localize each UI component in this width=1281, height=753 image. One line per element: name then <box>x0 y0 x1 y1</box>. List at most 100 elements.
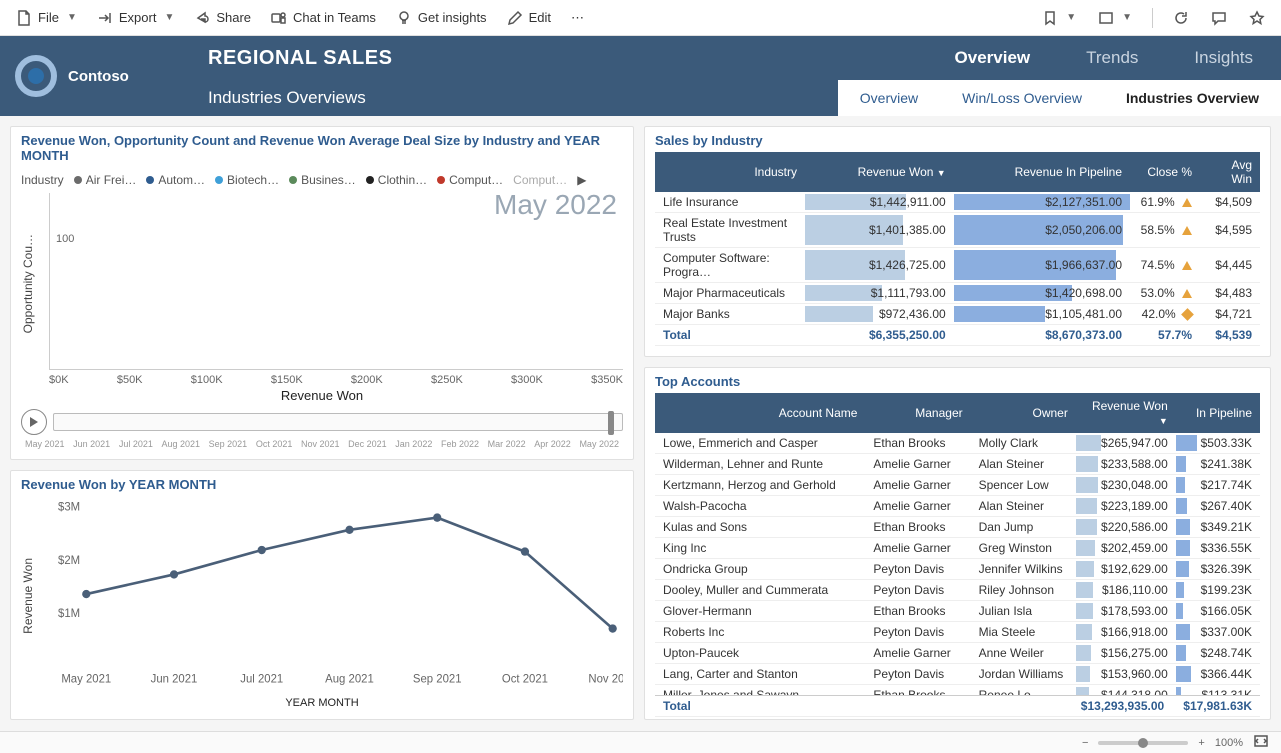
table-row[interactable]: Glover-Hermann Ethan Brooks Julian Isla … <box>655 601 1260 622</box>
table-row[interactable]: Real Estate Investment Trusts $1,401,385… <box>655 213 1260 248</box>
svg-text:Nov 2021: Nov 2021 <box>588 673 623 685</box>
refresh-button[interactable] <box>1165 6 1197 30</box>
industry-table: Industry Revenue Won ▼ Revenue In Pipeli… <box>655 152 1260 346</box>
report-header: Contoso REGIONAL SALES Overview Trends I… <box>0 36 1281 116</box>
zoom-value: 100% <box>1215 737 1243 749</box>
get-insights-button[interactable]: Get insights <box>388 6 495 30</box>
accounts-table-head: Account Name Manager Owner Revenue Won ▼… <box>655 393 1260 433</box>
accounts-card[interactable]: Top Accounts Account Name Manager Owner … <box>644 367 1271 720</box>
comment-icon <box>1211 10 1227 26</box>
svg-text:$3M: $3M <box>58 502 80 514</box>
line-ylabel: Revenue Won <box>21 558 35 634</box>
legend-label: Industry <box>21 173 64 187</box>
table-row[interactable]: Dooley, Muller and Cummerata Peyton Davi… <box>655 580 1260 601</box>
zoom-out-button[interactable]: − <box>1082 737 1088 749</box>
share-button[interactable]: Share <box>186 6 259 30</box>
table-row[interactable]: Upton-Paucek Amelie Garner Anne Weiler $… <box>655 643 1260 664</box>
play-button[interactable] <box>21 409 47 435</box>
main-tabs: Overview Trends Insights <box>927 36 1281 80</box>
bookmark-menu[interactable]: ▼ <box>1034 6 1084 30</box>
file-label: File <box>38 10 59 25</box>
pencil-icon <box>507 10 523 26</box>
scatter-xlabel: Revenue Won <box>21 388 623 403</box>
ellipsis-icon: ⋯ <box>571 10 584 26</box>
tab-trends[interactable]: Trends <box>1058 36 1166 80</box>
more-menu[interactable]: ⋯ <box>563 6 592 30</box>
svg-text:Jun 2021: Jun 2021 <box>151 673 198 685</box>
subtab-winloss[interactable]: Win/Loss Overview <box>940 80 1104 116</box>
svg-text:Aug 2021: Aug 2021 <box>325 673 374 685</box>
export-icon <box>97 10 113 26</box>
subtab-industries[interactable]: Industries Overview <box>1104 80 1281 116</box>
share-label: Share <box>216 10 251 25</box>
table-row[interactable]: Miller, Jones and Sawayn Ethan Brooks Re… <box>655 685 1260 696</box>
table-row[interactable]: Lang, Carter and Stanton Peyton Davis Jo… <box>655 664 1260 685</box>
table-row[interactable]: Roberts Inc Peyton Davis Mia Steele $166… <box>655 622 1260 643</box>
table-row[interactable]: Ondricka Group Peyton Davis Jennifer Wil… <box>655 559 1260 580</box>
tab-insights[interactable]: Insights <box>1166 36 1281 80</box>
zoom-in-button[interactable]: + <box>1198 737 1204 749</box>
table-row[interactable]: Major Pharmaceuticals $1,111,793.00 $1,4… <box>655 283 1260 304</box>
star-icon <box>1249 10 1265 26</box>
bookmark-icon <box>1042 10 1058 26</box>
line-chart: $1M$2M$3MMay 2021Jun 2021Jul 2021Aug 202… <box>45 496 623 695</box>
chevron-down-icon: ▼ <box>67 12 77 23</box>
chat-label: Chat in Teams <box>293 10 376 25</box>
share-icon <box>194 10 210 26</box>
edit-label: Edit <box>529 10 551 25</box>
accounts-table-body: Lowe, Emmerich and Casper Ethan Brooks M… <box>655 433 1260 695</box>
table-row[interactable]: Wilderman, Lehner and Runte Amelie Garne… <box>655 454 1260 475</box>
chat-teams-button[interactable]: Chat in Teams <box>263 6 384 30</box>
refresh-icon <box>1173 10 1189 26</box>
accounts-title: Top Accounts <box>655 374 1260 389</box>
timeline-slider[interactable] <box>53 413 623 431</box>
timeline-ticks: May 2021Jun 2021Jul 2021Aug 2021Sep 2021… <box>21 439 623 449</box>
divider <box>1152 8 1153 28</box>
table-row[interactable]: Kulas and Sons Ethan Brooks Dan Jump $22… <box>655 517 1260 538</box>
table-row[interactable]: Lowe, Emmerich and Casper Ethan Brooks M… <box>655 433 1260 454</box>
table-row[interactable]: Computer Software: Progra… $1,426,725.00… <box>655 248 1260 283</box>
table-row[interactable]: Life Insurance $1,442,911.00 $2,127,351.… <box>655 192 1260 213</box>
svg-text:$2M: $2M <box>58 555 80 567</box>
line-title: Revenue Won by YEAR MONTH <box>21 477 623 492</box>
report-title: REGIONAL SALES <box>198 47 927 70</box>
line-card[interactable]: Revenue Won by YEAR MONTH Revenue Won $1… <box>10 470 634 720</box>
tab-overview[interactable]: Overview <box>927 36 1059 80</box>
top-toolbar: File ▼ Export ▼ Share Chat in Teams Get … <box>0 0 1281 36</box>
svg-text:Sep 2021: Sep 2021 <box>413 673 462 685</box>
table-row[interactable]: Kertzmann, Herzog and Gerhold Amelie Gar… <box>655 475 1260 496</box>
edit-button[interactable]: Edit <box>499 6 559 30</box>
table-row[interactable]: King Inc Amelie Garner Greg Winston $202… <box>655 538 1260 559</box>
table-row[interactable]: Walsh-Pacocha Amelie Garner Alan Steiner… <box>655 496 1260 517</box>
legend-next-icon[interactable]: ▶ <box>577 173 586 187</box>
scatter-card[interactable]: Revenue Won, Opportunity Count and Reven… <box>10 126 634 460</box>
line-xlabel: YEAR MONTH <box>21 697 623 709</box>
file-menu[interactable]: File ▼ <box>8 6 85 30</box>
accounts-scroll[interactable]: Lowe, Emmerich and Casper Ethan Brooks M… <box>655 433 1260 695</box>
chevron-down-icon: ▼ <box>164 12 174 23</box>
chevron-down-icon: ▼ <box>1122 12 1132 23</box>
fit-page-button[interactable] <box>1253 733 1269 752</box>
scatter-title: Revenue Won, Opportunity Count and Reven… <box>21 133 623 163</box>
favorite-button[interactable] <box>1241 6 1273 30</box>
scatter-legend: Industry Air Frei… Autom… Biotech… Busin… <box>21 173 623 187</box>
export-menu[interactable]: Export ▼ <box>89 6 182 30</box>
svg-text:$1M: $1M <box>58 608 80 620</box>
export-label: Export <box>119 10 157 25</box>
svg-text:Oct 2021: Oct 2021 <box>502 673 548 685</box>
subtab-overview[interactable]: Overview <box>838 80 940 116</box>
status-bar: − + 100% <box>0 731 1281 753</box>
table-row[interactable]: Major Banks $972,436.00 $1,105,481.00 42… <box>655 304 1260 325</box>
rectangle-icon <box>1098 10 1114 26</box>
svg-text:May 2021: May 2021 <box>61 673 111 685</box>
teams-icon <box>271 10 287 26</box>
bulb-icon <box>396 10 412 26</box>
view-menu[interactable]: ▼ <box>1090 6 1140 30</box>
brand-name: Contoso <box>68 68 129 85</box>
scatter-watermark: May 2022 <box>494 189 617 221</box>
scatter-ylabel: Opportunity Cou… <box>21 234 35 333</box>
industry-card[interactable]: Sales by Industry Industry Revenue Won ▼… <box>644 126 1271 357</box>
file-icon <box>16 10 32 26</box>
zoom-slider[interactable] <box>1098 741 1188 745</box>
comment-button[interactable] <box>1203 6 1235 30</box>
